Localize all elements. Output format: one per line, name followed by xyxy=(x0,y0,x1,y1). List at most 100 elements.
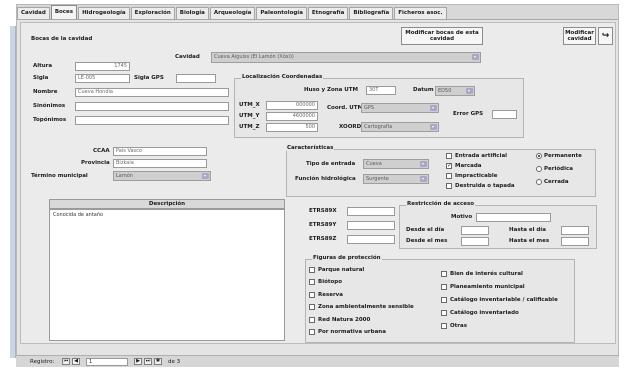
biotopo-checkbox[interactable] xyxy=(309,279,315,285)
planeamiento-municipal-label: Planeamiento municipal xyxy=(450,284,525,290)
error-gps-field[interactable] xyxy=(492,110,517,119)
nombre-field[interactable]: Cueva Hondia xyxy=(75,88,229,97)
cerrada-radio[interactable] xyxy=(536,179,542,185)
cavidad-select[interactable]: Cueva Aiguiss (El Lamón (Xóxi)) xyxy=(211,52,481,63)
descripcion-header: Descripción xyxy=(49,199,285,209)
funcion-hidrologica-select[interactable]: Surgente xyxy=(363,174,429,184)
destruida-checkbox[interactable] xyxy=(446,183,452,189)
chevron-down-icon xyxy=(472,54,479,60)
descripcion-textarea[interactable]: Conocida de antaño xyxy=(49,209,285,341)
normativa-urbana-checkbox[interactable] xyxy=(309,329,315,335)
coord-utm-select-value: GPS xyxy=(364,105,375,111)
modify-bocas-button[interactable]: Modificar bocas de esta cavidad xyxy=(401,27,483,45)
permanente-radio[interactable] xyxy=(536,153,542,159)
catalogo-inventariado-label: Catálogo inventariado xyxy=(450,310,519,316)
termino-label: Término municipal xyxy=(31,173,88,179)
tab-exploracion[interactable]: Exploración xyxy=(130,7,175,19)
planeamiento-municipal-checkbox[interactable] xyxy=(441,284,447,290)
reserva-checkbox[interactable] xyxy=(309,292,315,298)
localizacion-title: Localización Coordenadas xyxy=(241,74,324,80)
red-natura-checkbox[interactable] xyxy=(309,317,315,323)
coord-utm-label: Coord. UTM xyxy=(327,105,363,111)
tipo-entrada-select[interactable]: Cueva xyxy=(363,159,429,169)
parque-natural-checkbox[interactable] xyxy=(309,267,315,273)
datum-select[interactable]: ED50 xyxy=(435,86,475,96)
entrada-artificial-label: Entrada artificial xyxy=(455,153,508,159)
chevron-down-icon xyxy=(430,105,437,111)
hasta-dia-field[interactable] xyxy=(561,226,589,235)
first-record-button[interactable]: ⏮ xyxy=(62,358,70,365)
caracteristicas-title: Características xyxy=(286,145,335,151)
utmx-label: UTM_X xyxy=(239,102,260,108)
tab-etnografia[interactable]: Etnografía xyxy=(307,7,349,19)
zona-sensible-checkbox[interactable] xyxy=(309,304,315,310)
cerrada-label: Cerrada xyxy=(544,179,569,185)
sigla-gps-label: Sigla GPS xyxy=(134,75,164,81)
otras-checkbox[interactable] xyxy=(441,323,447,329)
tab-bocas[interactable]: Boces xyxy=(50,5,78,19)
new-record-button[interactable]: ✱ xyxy=(154,358,162,365)
next-record-icon: ▶ xyxy=(136,358,140,364)
desde-dia-label: Desde el día xyxy=(406,227,445,233)
periodica-label: Periódica xyxy=(544,166,573,172)
utmy-field[interactable]: 4600000 xyxy=(266,112,318,121)
next-record-button[interactable]: ▶ xyxy=(134,358,142,365)
nombre-label: Nombre xyxy=(33,89,58,95)
otras-label: Otras xyxy=(450,323,468,329)
datum-select-value: ED50 xyxy=(438,88,452,94)
chevron-down-icon xyxy=(202,173,209,179)
normativa-urbana-label: Por normativa urbana xyxy=(318,329,386,335)
hasta-mes-field[interactable] xyxy=(561,237,589,246)
registro-label: Registro: xyxy=(30,359,55,365)
chevron-down-icon xyxy=(420,161,427,167)
tab-cavidad[interactable]: Cavidad xyxy=(17,7,50,19)
record-number-field[interactable]: 1 xyxy=(86,358,128,366)
bien-interes-cultural-checkbox[interactable] xyxy=(441,271,447,277)
modify-cavidad-button[interactable]: Modificar cavidad xyxy=(563,27,596,45)
huso-label: Huso y Zona UTM xyxy=(304,87,358,93)
tab-hidrogeologia[interactable]: Hidrogeología xyxy=(78,7,130,19)
utmx-field[interactable]: 000000 xyxy=(266,101,318,110)
tab-bibliografia[interactable]: Bibliografía xyxy=(349,7,394,19)
etrs89y-field[interactable] xyxy=(347,221,395,230)
sigla-gps-field[interactable] xyxy=(176,74,216,83)
last-record-button[interactable]: ⏭ xyxy=(144,358,152,365)
termino-select[interactable]: Lamón xyxy=(113,171,211,181)
ccaa-field[interactable]: País Vasco xyxy=(113,147,207,156)
termino-select-value: Lamón xyxy=(116,173,133,179)
entrada-artificial-checkbox[interactable] xyxy=(446,153,452,159)
desde-dia-field[interactable] xyxy=(461,226,489,235)
desde-mes-field[interactable] xyxy=(461,237,489,246)
permanente-label: Permanente xyxy=(544,153,582,159)
sinonimos-field[interactable] xyxy=(75,102,229,111)
provincia-field[interactable]: Bizkaia xyxy=(113,159,207,168)
catalogo-inventariable-checkbox[interactable] xyxy=(441,297,447,303)
toponimos-field[interactable] xyxy=(75,116,229,125)
funcion-hidrologica-label: Función hidrológica xyxy=(295,176,356,182)
utmz-field[interactable]: 500 xyxy=(266,123,318,132)
etrs89z-field[interactable] xyxy=(347,235,395,244)
prev-record-button[interactable]: ◀ xyxy=(72,358,80,365)
impracticable-checkbox[interactable] xyxy=(446,173,452,179)
tab-ficheros-asoc[interactable]: Ficheros asoc. xyxy=(394,7,447,19)
sigla-field[interactable]: LE-005 xyxy=(75,74,130,83)
altura-label: Altura xyxy=(33,63,53,69)
altura-field[interactable]: 1745 xyxy=(75,62,130,71)
utmy-label: UTM_Y xyxy=(239,113,260,119)
coord-utm-select[interactable]: GPS xyxy=(361,103,439,113)
exit-button[interactable]: ↪ xyxy=(598,27,613,45)
motivo-field[interactable] xyxy=(476,213,551,222)
huso-field[interactable]: 30T xyxy=(366,86,396,95)
tab-biologia[interactable]: Biología xyxy=(175,7,209,19)
xoord-select[interactable]: Cartografía xyxy=(361,122,439,132)
exit-door-icon: ↪ xyxy=(601,31,610,41)
main-window: Cavidad Boces Hidrogeología Exploración … xyxy=(16,4,619,366)
catalogo-inventariable-label: Catálogo inventariable / calificable xyxy=(450,297,558,303)
tab-arqueologia[interactable]: Arqueología xyxy=(209,7,256,19)
motivo-label: Motivo xyxy=(451,214,473,220)
catalogo-inventariado-checkbox[interactable] xyxy=(441,310,447,316)
periodica-radio[interactable] xyxy=(536,166,542,172)
tab-paleontologia[interactable]: Paleontología xyxy=(256,7,307,19)
etrs89x-field[interactable] xyxy=(347,207,395,216)
marcada-checkbox[interactable] xyxy=(446,162,452,169)
